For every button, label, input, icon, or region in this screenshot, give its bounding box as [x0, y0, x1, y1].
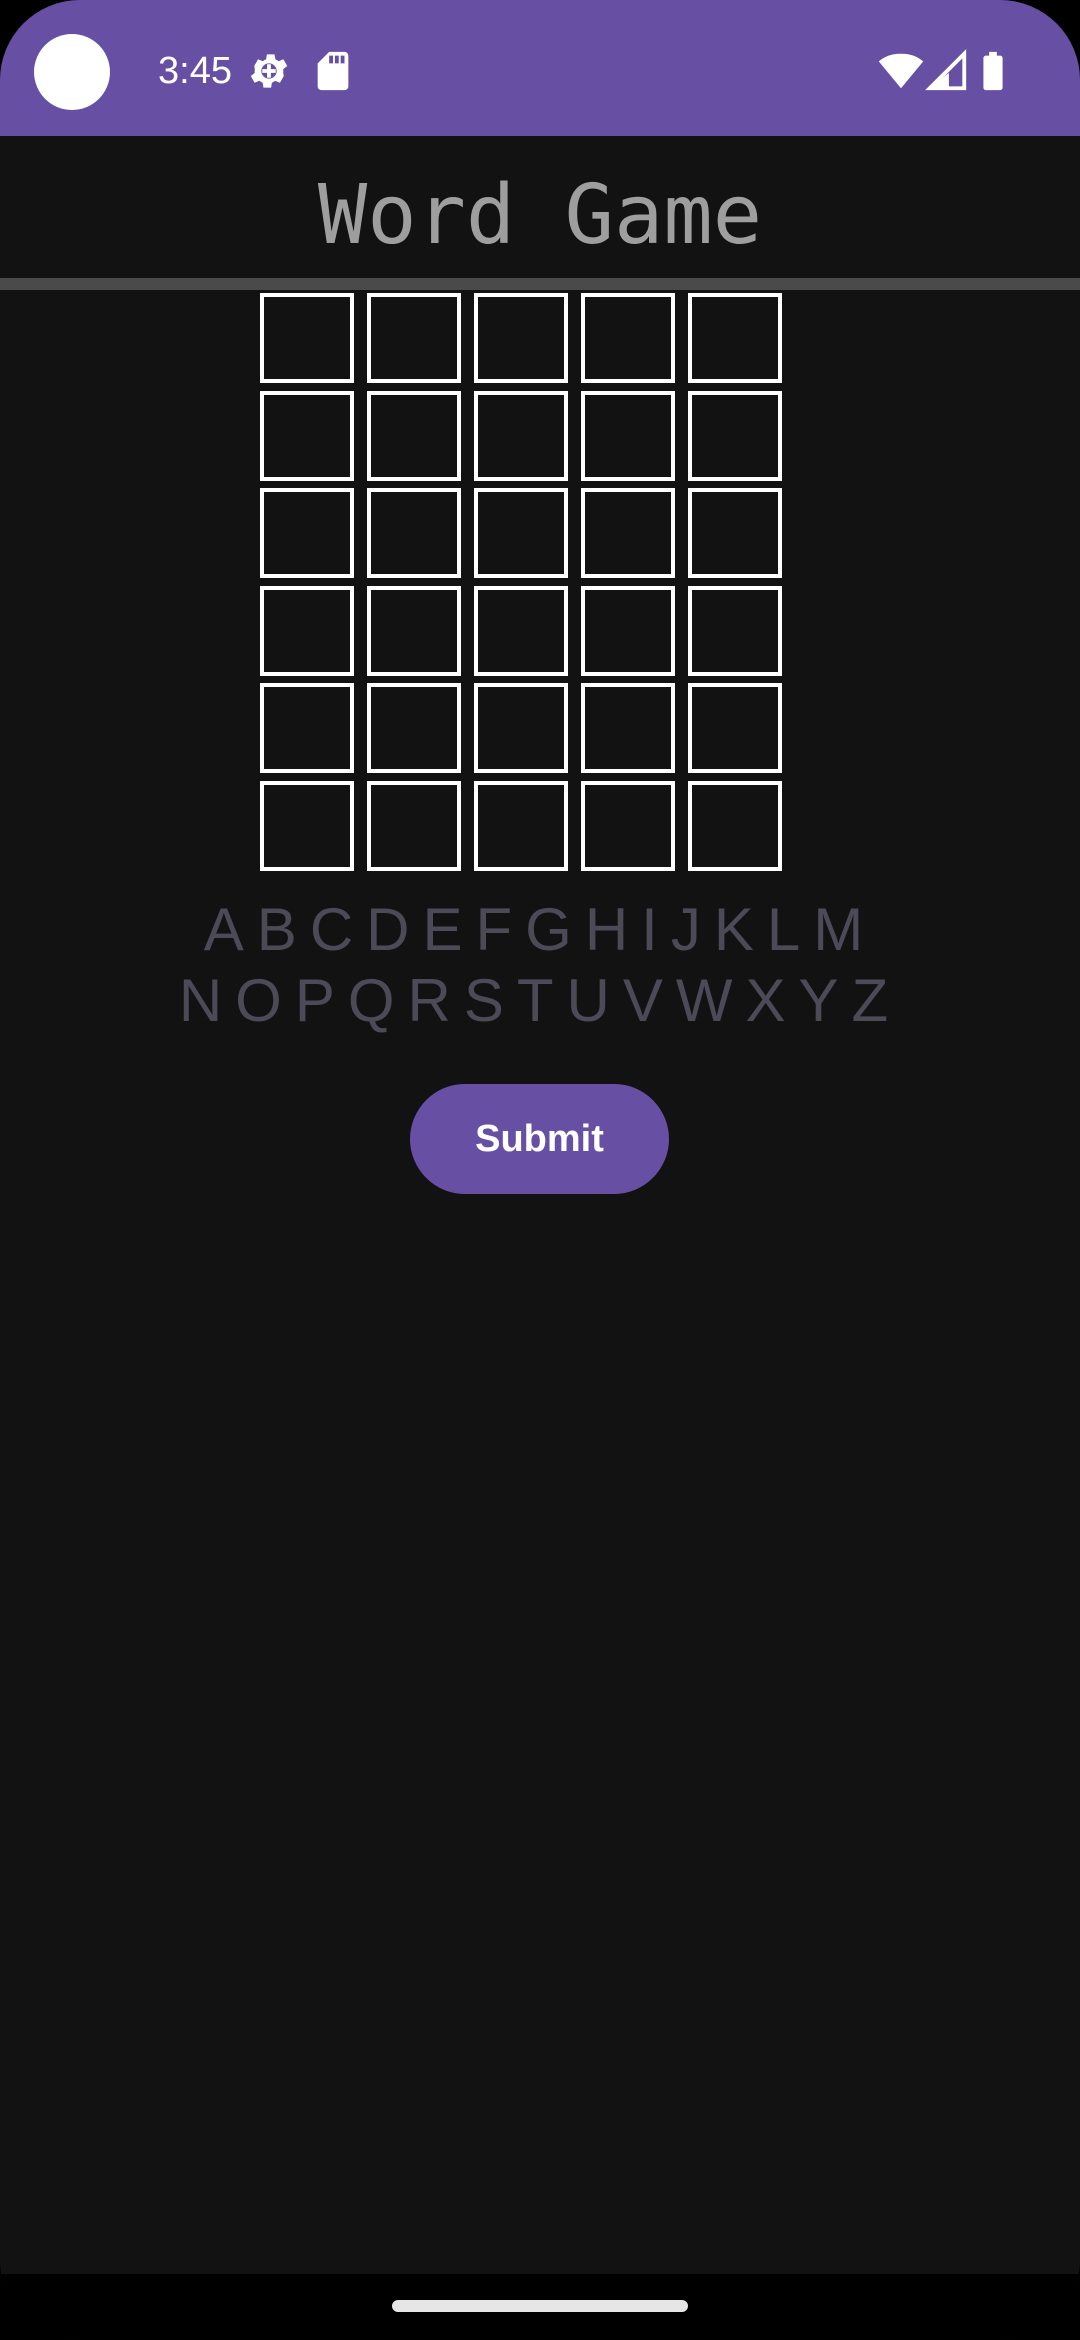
grid-cell	[367, 585, 461, 676]
camera-cutout	[34, 34, 110, 110]
grid-cell	[581, 780, 675, 871]
grid-cell	[688, 488, 782, 578]
grid-cell	[688, 585, 782, 676]
grid-row-1	[260, 290, 820, 388]
grid-cell	[581, 390, 675, 481]
grid-cell	[367, 390, 461, 481]
grid-cell	[581, 488, 675, 578]
grid-cell	[260, 488, 354, 578]
grid-cell	[367, 293, 461, 383]
grid-cell	[474, 293, 568, 383]
app-bar-divider	[0, 278, 1080, 290]
grid-row-2	[260, 388, 820, 486]
status-time: 3:45	[158, 50, 232, 92]
grid-cell	[688, 780, 782, 871]
alphabet-row-1: ABCDEFGHIJKLM	[203, 896, 877, 963]
sd-card-icon	[310, 48, 356, 94]
grid-cell	[260, 780, 354, 871]
app-bar: Word Game	[0, 136, 1080, 278]
home-indicator[interactable]	[392, 2300, 688, 2312]
wifi-icon	[878, 48, 924, 94]
page-title: Word Game	[317, 168, 763, 263]
grid-row-3	[260, 485, 820, 583]
grid-cell	[367, 488, 461, 578]
grid-cell	[474, 585, 568, 676]
phone-screen: 3:45 Word Game ABCDEFGHIJKLM NOPQRSTUVWX…	[0, 0, 1080, 2340]
grid-cell	[688, 293, 782, 383]
grid-cell	[260, 390, 354, 481]
grid-cell	[688, 390, 782, 481]
grid-cell	[474, 488, 568, 578]
grid-cell	[260, 683, 354, 773]
alphabet-row-2: NOPQRSTUVWXYZ	[178, 967, 902, 1034]
submit-button[interactable]: Submit	[410, 1084, 669, 1194]
letter-grid	[260, 290, 820, 875]
status-bar: 3:45	[0, 0, 1080, 136]
grid-row-4	[260, 583, 820, 681]
grid-cell	[581, 683, 675, 773]
grid-cell	[581, 293, 675, 383]
grid-cell	[367, 780, 461, 871]
navigation-bar	[0, 2274, 1080, 2340]
grid-cell	[260, 585, 354, 676]
grid-row-6	[260, 778, 820, 876]
battery-icon	[970, 48, 1016, 94]
cellular-signal-icon	[924, 48, 970, 94]
grid-cell	[260, 293, 354, 383]
grid-cell	[367, 683, 461, 773]
grid-cell	[581, 585, 675, 676]
grid-cell	[688, 683, 782, 773]
settings-gear-icon	[246, 48, 292, 94]
grid-row-5	[260, 680, 820, 778]
grid-cell	[474, 780, 568, 871]
grid-cell	[474, 683, 568, 773]
grid-cell	[474, 390, 568, 481]
